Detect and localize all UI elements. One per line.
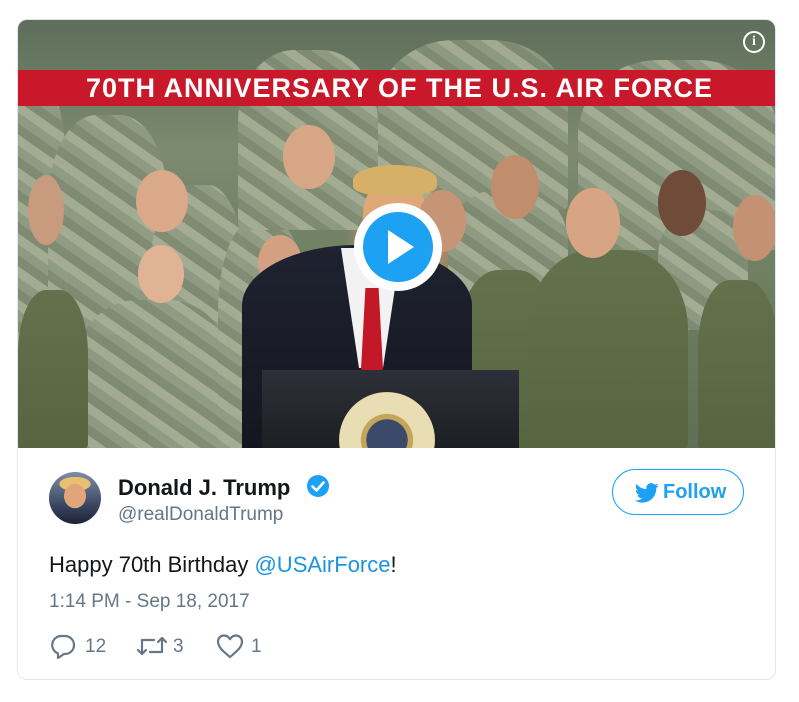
- author-name[interactable]: Donald J. Trump: [118, 475, 290, 501]
- info-icon[interactable]: i: [743, 31, 765, 53]
- reply-icon: [51, 634, 76, 660]
- tweet-text-end: !: [390, 552, 397, 577]
- heart-icon: [216, 634, 244, 659]
- retweet-icon: [136, 636, 168, 656]
- follow-button[interactable]: Follow: [612, 469, 744, 515]
- follow-label: Follow: [663, 481, 727, 503]
- video-banner: 70TH ANNIVERSARY OF THE U.S. AIR FORCE: [18, 70, 775, 106]
- like-button[interactable]: 1: [215, 632, 275, 660]
- twitter-bird-icon: [635, 483, 659, 503]
- author-handle[interactable]: @realDonaldTrump: [118, 504, 283, 526]
- tweet-text-body: Happy 70th Birthday: [49, 552, 255, 577]
- tweet-text: Happy 70th Birthday @USAirForce!: [49, 552, 397, 578]
- play-button[interactable]: [354, 203, 442, 291]
- retweet-button[interactable]: 3: [135, 632, 195, 660]
- reply-count: 12: [85, 636, 107, 657]
- verified-badge-icon: [307, 475, 329, 497]
- video-thumbnail[interactable]: 70TH ANNIVERSARY OF THE U.S. AIR FORCE i: [18, 20, 775, 448]
- avatar[interactable]: [49, 472, 101, 524]
- tweet-card: 70TH ANNIVERSARY OF THE U.S. AIR FORCE i…: [17, 19, 776, 680]
- play-icon: [363, 212, 433, 282]
- retweet-count: 3: [173, 636, 184, 657]
- mention-link[interactable]: @USAirForce: [254, 552, 390, 577]
- reply-button[interactable]: 12: [49, 632, 119, 660]
- tweet-timestamp[interactable]: 1:14 PM - Sep 18, 2017: [49, 591, 250, 613]
- like-count: 1: [251, 636, 262, 657]
